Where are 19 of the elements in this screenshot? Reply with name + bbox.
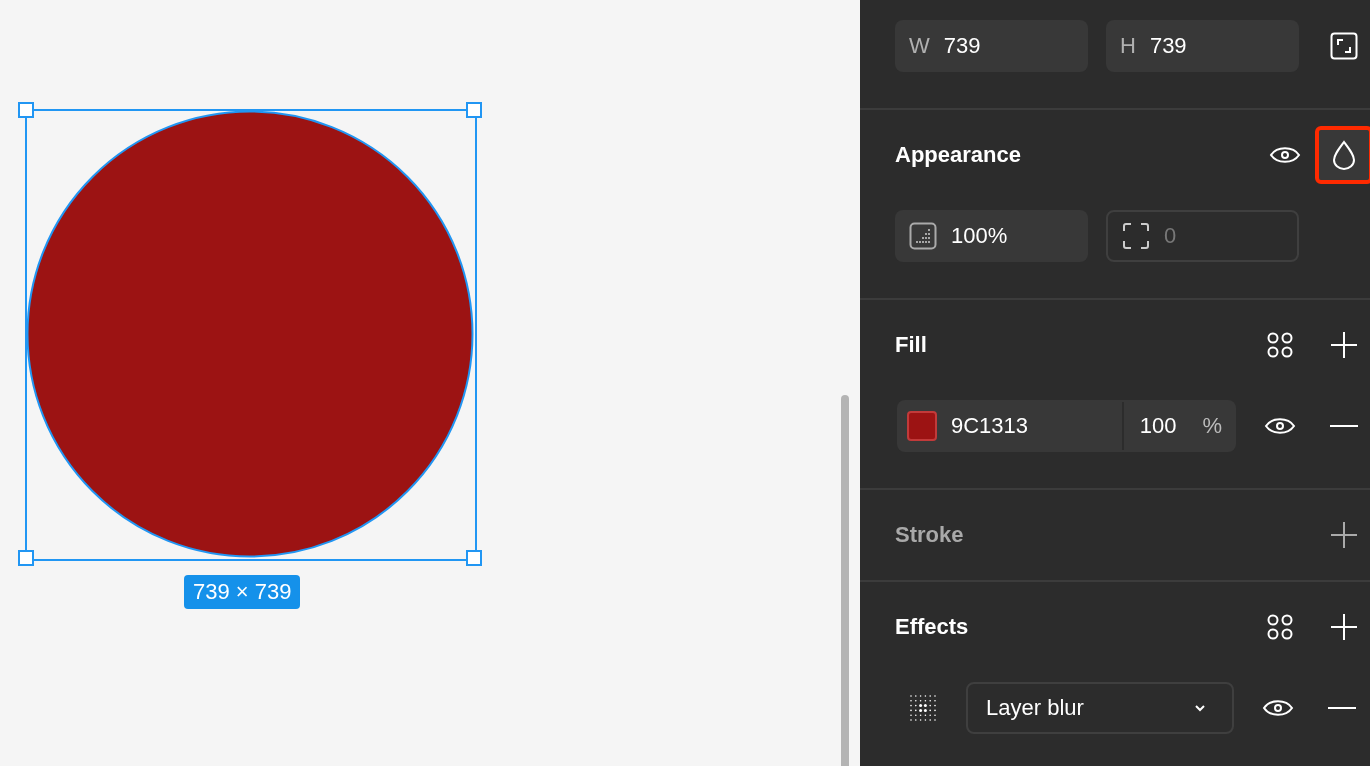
fill-opacity-value: 100 — [1138, 413, 1177, 439]
width-value: 739 — [943, 33, 981, 59]
height-field[interactable]: H 739 — [1106, 20, 1299, 72]
width-label: W — [909, 33, 930, 59]
section-title: Effects — [895, 614, 970, 640]
opacity-value: 100% — [951, 223, 1008, 249]
height-value: 739 — [1149, 33, 1187, 59]
corner-radius-placeholder: 0 — [1164, 223, 1177, 249]
width-field[interactable]: W 739 — [895, 20, 1088, 72]
section-title: Fill — [895, 332, 928, 358]
section-title: Appearance — [895, 142, 1022, 168]
dimension-label: 739 × 739 — [184, 575, 301, 609]
opacity-field[interactable]: 100% — [895, 210, 1088, 262]
height-label: H — [1120, 33, 1136, 59]
section-title: Stroke — [895, 522, 965, 548]
percent-unit: % — [1202, 413, 1222, 439]
fill-field[interactable]: 9C1313 100 % — [897, 400, 1236, 452]
hex-value: 9C1313 — [951, 413, 1030, 439]
effect-type-dropdown[interactable]: Layer blur — [966, 682, 1234, 734]
